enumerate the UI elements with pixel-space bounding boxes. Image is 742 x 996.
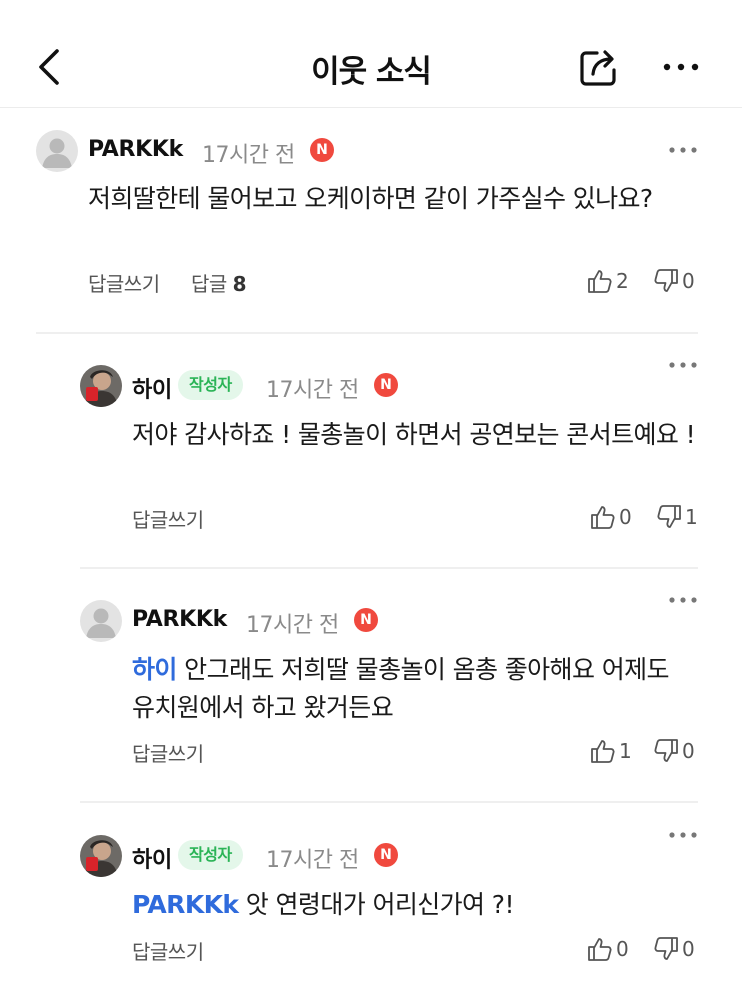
comment-text: PARKKk 앗 연령대가 어리신가여 ?! xyxy=(132,886,707,924)
thumbs-up-icon xyxy=(588,938,612,961)
avatar[interactable] xyxy=(80,835,122,877)
comment-more-button[interactable] xyxy=(667,825,699,845)
write-reply-button[interactable]: 답글쓰기 xyxy=(132,936,204,965)
reply-item: 하이 작성자 17시간 전 N PARKKk 앗 연령대가 어리신가여 ?! 답… xyxy=(0,0,742,996)
like-count: 0 xyxy=(616,937,629,961)
thumbs-down-icon xyxy=(654,937,678,960)
profile-photo-icon xyxy=(80,835,122,877)
like-button[interactable]: 0 xyxy=(587,936,629,962)
comment-body: 앗 연령대가 어리신가여 ?! xyxy=(245,890,515,919)
author-name[interactable]: 하이 xyxy=(132,842,172,874)
comment-time: 17시간 전 xyxy=(266,848,359,873)
more-horizontal-icon xyxy=(669,832,697,838)
dislike-button[interactable]: 0 xyxy=(653,936,695,962)
new-badge: N xyxy=(374,843,398,867)
mention-link[interactable]: PARKKk xyxy=(132,890,239,919)
author-badge: 작성자 xyxy=(178,840,243,870)
dislike-count: 0 xyxy=(682,937,695,961)
